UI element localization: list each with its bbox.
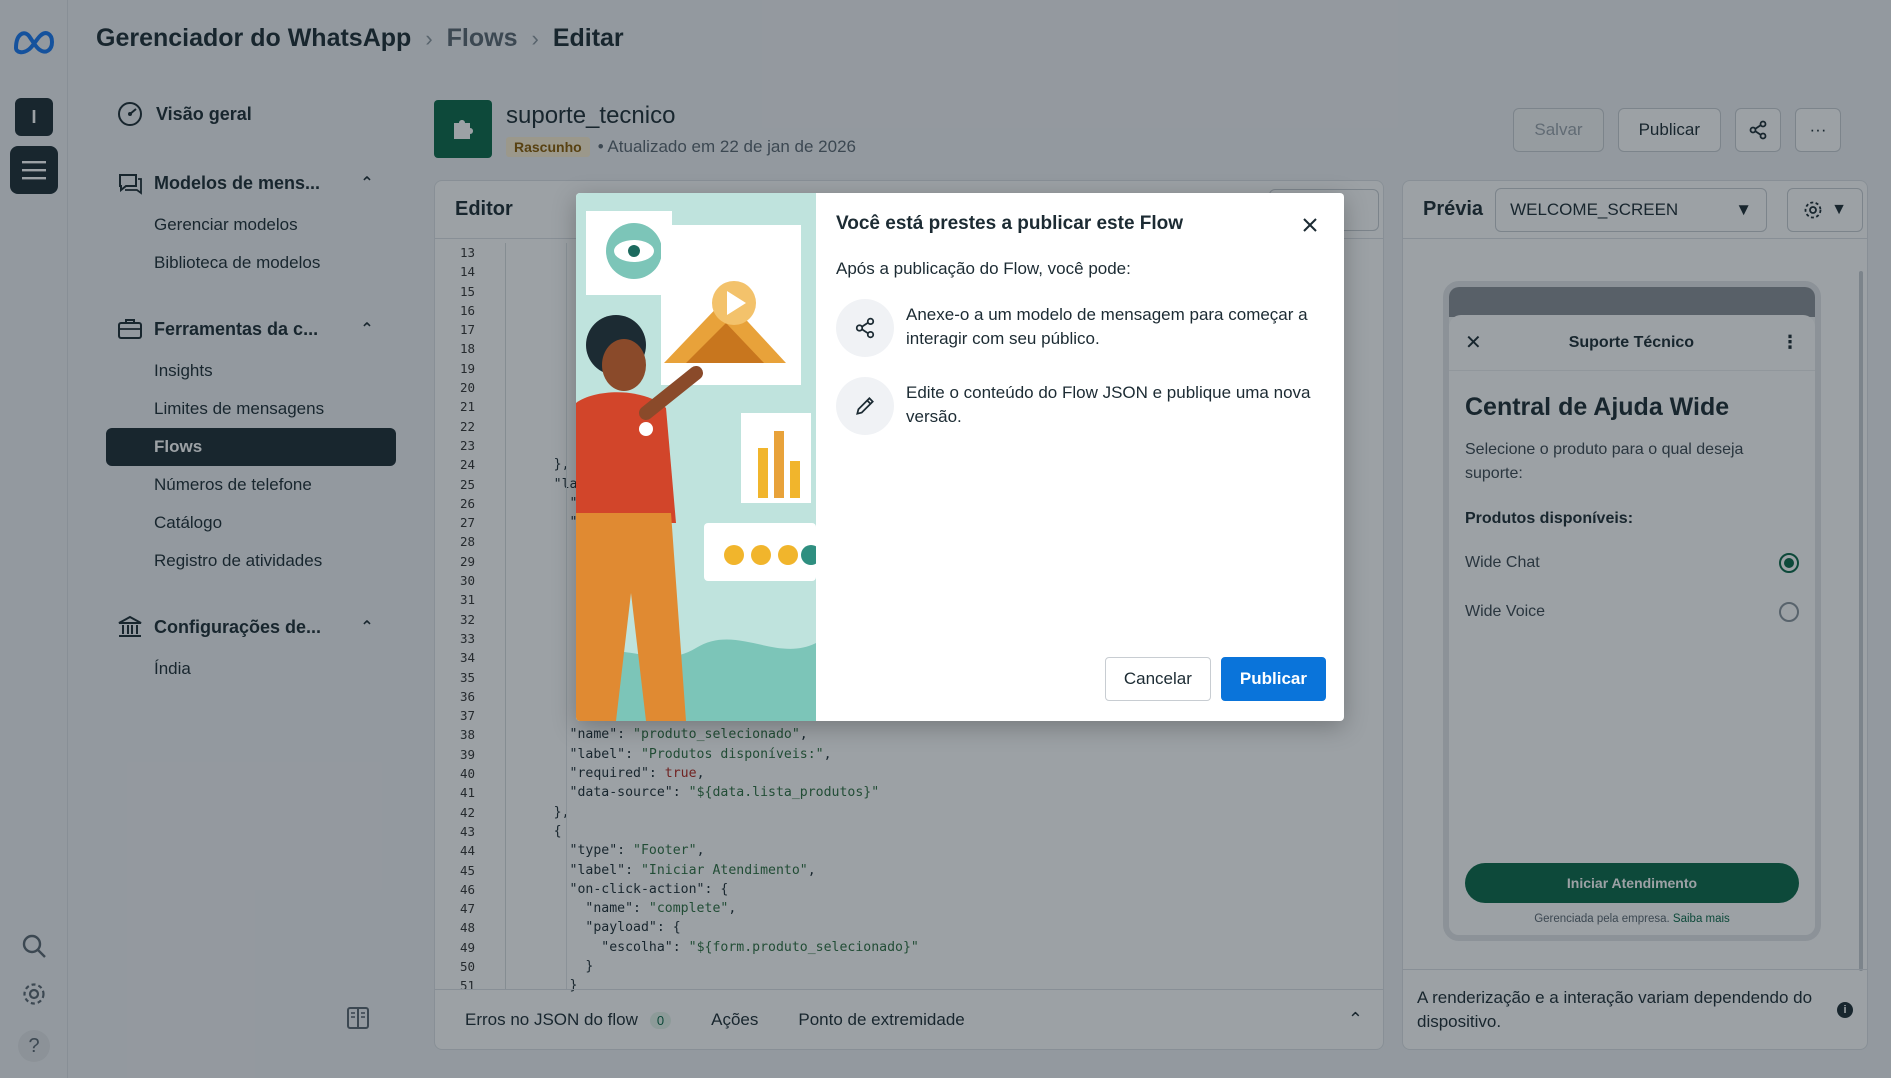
pencil-icon xyxy=(836,377,894,435)
publish-illustration xyxy=(576,193,816,721)
dialog-item-text: Anexe-o a um modelo de mensagem para com… xyxy=(906,305,1308,348)
cancel-button[interactable]: Cancelar xyxy=(1104,657,1211,701)
dialog-intro: Após a publicação do Flow, você pode: xyxy=(836,259,1131,278)
dialog-item-edit: Edite o conteúdo do Flow JSON e publique… xyxy=(836,377,1324,435)
dialog-content: Você está prestes a publicar este Flow A… xyxy=(816,193,1344,721)
share-icon xyxy=(836,299,894,357)
dialog-item-text: Edite o conteúdo do Flow JSON e publique… xyxy=(906,383,1311,426)
close-icon xyxy=(1303,218,1317,232)
dialog-actions: Cancelar Publicar xyxy=(1104,657,1326,701)
publish-dialog: Você está prestes a publicar este Flow A… xyxy=(576,193,1344,721)
confirm-publish-button[interactable]: Publicar xyxy=(1220,657,1326,701)
close-dialog-button[interactable] xyxy=(1298,213,1322,237)
dialog-item-attach: Anexe-o a um modelo de mensagem para com… xyxy=(836,299,1324,357)
dialog-title: Você está prestes a publicar este Flow xyxy=(836,213,1184,234)
